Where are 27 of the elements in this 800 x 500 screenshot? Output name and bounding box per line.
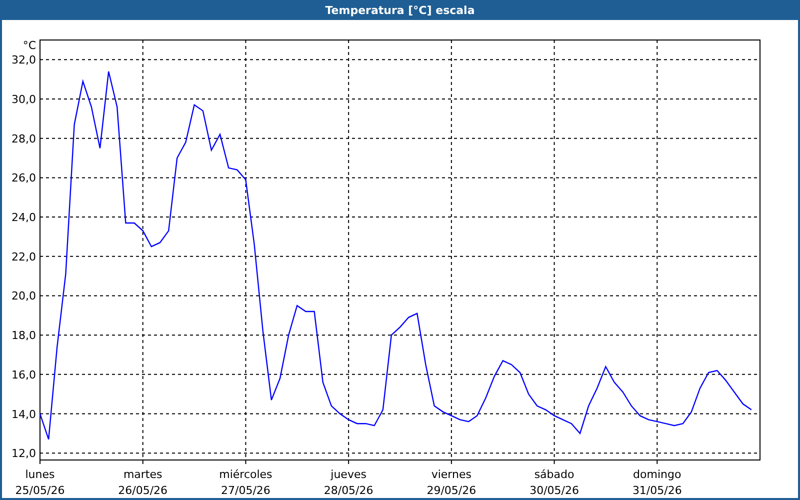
y-tick-label: 14,0	[12, 408, 36, 421]
y-tick-label: 28,0	[12, 132, 36, 146]
y-tick-label: 20,0	[12, 290, 36, 303]
x-tick-label: 27/05/26	[221, 484, 270, 497]
x-tick-label: 29/05/26	[426, 484, 476, 497]
y-tick-label: 12,0	[12, 447, 36, 460]
y-axis-unit: °C	[22, 39, 36, 52]
y-tick-label: 24,0	[12, 211, 36, 224]
y-tick-label: 16,0	[12, 368, 36, 382]
y-tick-label: 30,0	[12, 93, 36, 106]
x-tick-label: 31/05/26	[632, 484, 682, 497]
y-tick-label: 18,0	[12, 329, 36, 342]
y-tick-label: 26,0	[12, 172, 36, 185]
weekday-label: miércoles	[219, 468, 272, 481]
weekday-label: viernes	[431, 468, 472, 481]
weekday-label: martes	[123, 468, 162, 481]
weekday-label: domingo	[633, 468, 682, 481]
x-tick-label: 28/05/26	[324, 484, 374, 497]
weekday-label: lunes	[25, 468, 55, 481]
window-title: Temperatura [°C] escala	[325, 4, 475, 16]
x-tick-label: 30/05/26	[530, 484, 579, 497]
x-tick-label: 26/05/26	[118, 484, 168, 497]
weekday-label: sábado	[534, 468, 574, 481]
weekday-label: jueves	[330, 468, 366, 481]
x-tick-label: 25/05/26	[15, 484, 65, 497]
y-tick-label: 32,0	[12, 54, 36, 67]
y-tick-label: 22,0	[12, 250, 36, 264]
